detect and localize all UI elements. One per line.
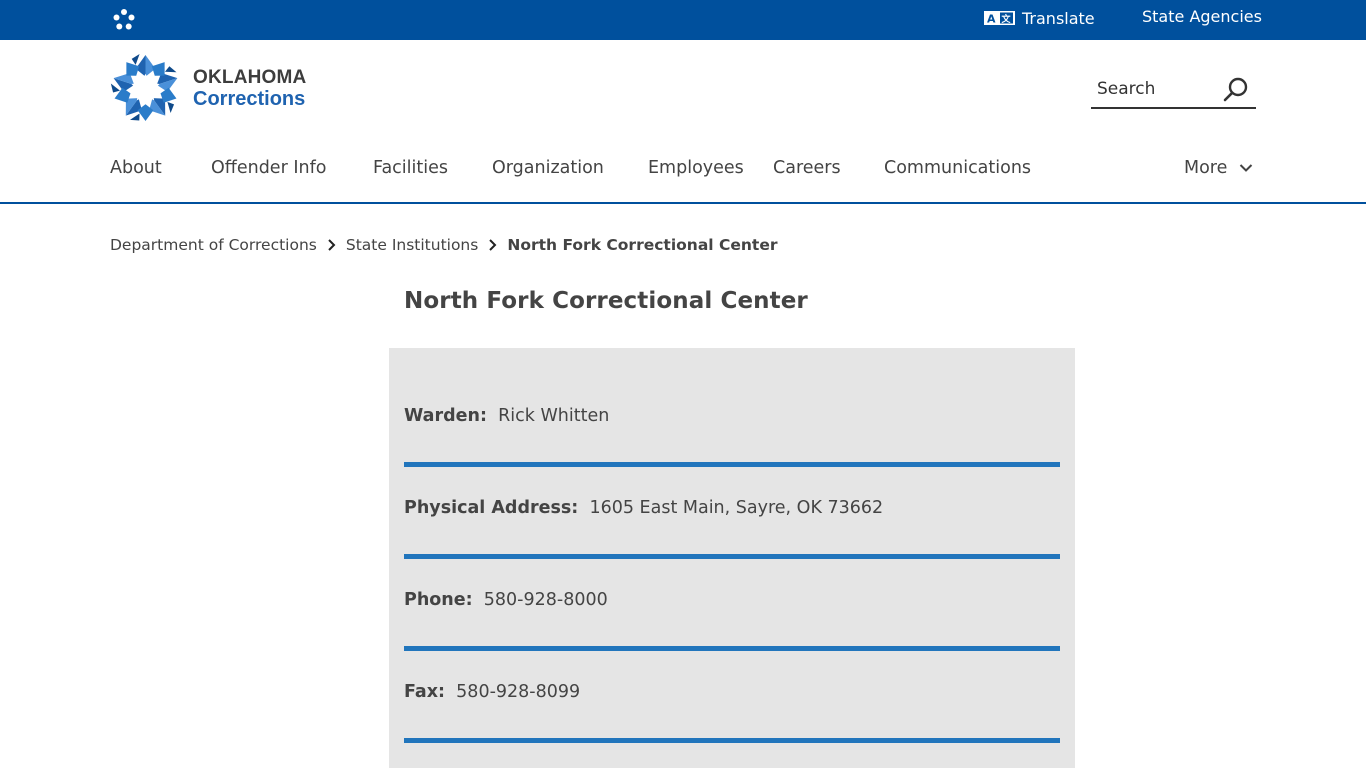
state-agencies-link[interactable]: State Agencies xyxy=(1142,7,1262,26)
nav-item-organization[interactable]: Organization xyxy=(492,158,604,178)
nav-item-communications[interactable]: Communications xyxy=(884,158,1031,178)
fax-label: Fax: xyxy=(404,682,446,702)
translate-icon: A 文 xyxy=(984,11,1015,25)
nav-more-label: More xyxy=(1184,158,1228,178)
logo-subtitle: Corrections xyxy=(193,88,306,110)
info-row-phone: Phone: 580-928-8000 xyxy=(404,590,1060,651)
phone-value: 580-928-8000 xyxy=(483,590,608,610)
divider xyxy=(404,462,1060,467)
chevron-right-icon xyxy=(489,239,497,251)
facility-info-panel: Warden: Rick Whitten Physical Address: 1… xyxy=(389,348,1075,768)
search-box xyxy=(1091,72,1256,109)
breadcrumb-link-state-institutions[interactable]: State Institutions xyxy=(346,236,478,254)
translate-button[interactable]: A 文 Translate xyxy=(984,7,1095,29)
nav-item-offender-info[interactable]: Offender Info xyxy=(211,158,326,178)
search-input[interactable] xyxy=(1097,76,1217,102)
address-value: 1605 East Main, Sayre, OK 73662 xyxy=(589,498,884,518)
chevron-right-icon xyxy=(328,239,336,251)
svg-text:A: A xyxy=(987,13,996,26)
fax-value: 580-928-8099 xyxy=(456,682,581,702)
nav-item-careers[interactable]: Careers xyxy=(773,158,841,178)
chevron-down-icon xyxy=(1240,164,1253,172)
info-row-warden: Warden: Rick Whitten xyxy=(404,406,1060,467)
nav-more-dropdown[interactable]: More xyxy=(1184,158,1253,178)
nav-item-facilities[interactable]: Facilities xyxy=(373,158,448,178)
svg-text:文: 文 xyxy=(1001,13,1012,25)
oklahoma-corrections-logo[interactable]: OKLAHOMA Corrections xyxy=(110,53,306,124)
nav-item-employees[interactable]: Employees xyxy=(648,158,744,178)
breadcrumb: Department of Corrections State Institut… xyxy=(110,236,777,254)
phone-label: Phone: xyxy=(404,590,473,610)
logo-title: OKLAHOMA xyxy=(193,67,307,88)
info-row-address: Physical Address: 1605 East Main, Sayre,… xyxy=(404,498,1060,559)
page-title: North Fork Correctional Center xyxy=(404,288,808,314)
divider xyxy=(404,554,1060,559)
info-row-fax: Fax: 580-928-8099 xyxy=(404,682,1060,743)
oklahoma-star-icon[interactable] xyxy=(112,8,136,32)
divider xyxy=(404,646,1060,651)
breadcrumb-link-department[interactable]: Department of Corrections xyxy=(110,236,317,254)
warden-value: Rick Whitten xyxy=(498,406,610,426)
main-nav: About Offender Info Facilities Organizat… xyxy=(0,150,1366,204)
address-label: Physical Address: xyxy=(404,498,579,518)
breadcrumb-current: North Fork Correctional Center xyxy=(507,236,778,254)
translate-label: Translate xyxy=(1022,8,1095,28)
warden-label: Warden: xyxy=(404,406,487,426)
divider xyxy=(404,738,1060,743)
nav-item-about[interactable]: About xyxy=(110,158,162,178)
top-utility-bar: A 文 Translate State Agencies xyxy=(0,0,1366,40)
search-icon[interactable] xyxy=(1222,76,1250,104)
oklahoma-star-logo-icon xyxy=(110,53,178,122)
